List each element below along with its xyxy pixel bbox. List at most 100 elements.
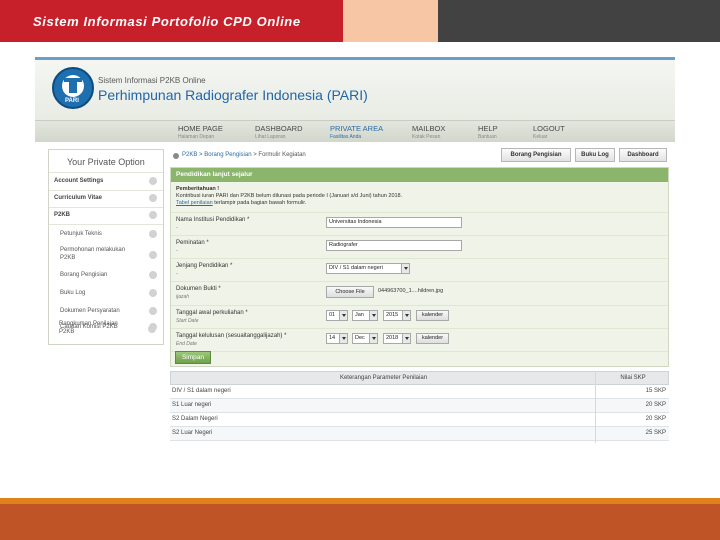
- nav-home-sub: Halaman Depan: [178, 134, 215, 140]
- start-year-select[interactable]: 2015: [383, 310, 411, 321]
- end-month-select[interactable]: Dec: [352, 333, 378, 344]
- start-day-value: 01: [329, 312, 336, 318]
- choose-file-button[interactable]: Choose File: [326, 286, 374, 298]
- simpan-button[interactable]: Simpan: [175, 351, 211, 364]
- nav-help[interactable]: HELP Bantuan: [478, 124, 498, 140]
- sidebar-item-label: Dokumen Persyaratan: [60, 308, 120, 314]
- jenjang-sub: -: [176, 271, 178, 277]
- breadcrumb-middle[interactable]: Borang Pengisian: [204, 152, 251, 158]
- chevron-right-icon: [149, 251, 157, 259]
- nav-dashboard-label: DASHBOARD: [255, 124, 303, 133]
- nav-logout-sub: Keluar: [533, 134, 548, 140]
- notice-tail: terlampir pada bagian bawah formulir.: [212, 200, 307, 206]
- row-skp: 25 SKP: [645, 430, 666, 436]
- notice: Pemberitahuan ! Kontribusi iuran PARI da…: [176, 186, 656, 207]
- peminatan-input[interactable]: Radiografer: [326, 240, 462, 251]
- chevron-right-icon: [149, 307, 157, 315]
- form-header: Pendidikan lanjut sejalur: [171, 168, 668, 182]
- nav-help-label: HELP: [478, 124, 498, 133]
- institusi-label: Nama Institusi Pendidikan *: [176, 217, 250, 223]
- site-subtitle: Sistem Informasi P2KB Online: [98, 76, 206, 85]
- slide-title: Sistem Informasi Portofolio CPD Online: [33, 14, 301, 29]
- field-divider: [171, 212, 668, 213]
- row-skp: 20 SKP: [645, 402, 666, 408]
- sidebar-item-borang-pengisian[interactable]: Borang Pengisian: [49, 268, 163, 284]
- activity-form: Pendidikan lanjut sejalur Pemberitahuan …: [170, 167, 669, 367]
- nav-dashboard[interactable]: DASHBOARD Lihat Laporan: [255, 124, 303, 140]
- nav-mailbox[interactable]: MAILBOX Kotak Pesan: [412, 124, 445, 140]
- sidebar-item-label: Account Settings: [54, 178, 104, 184]
- dokumen-label: Dokumen Bukti *: [176, 286, 221, 292]
- chevron-down-icon: [339, 334, 347, 343]
- end-date-label: Tanggal kelulusan (sesuaitanggalijazah) …: [176, 333, 287, 339]
- sidebar-item-dokumen-persyaratan[interactable]: Dokumen Persyaratan: [49, 304, 163, 320]
- sidebar-item-label: P2KB: [54, 212, 71, 218]
- institusi-sub: -: [176, 225, 178, 231]
- nav-logout[interactable]: LOGOUT Keluar: [533, 124, 565, 140]
- start-day-select[interactable]: 01: [326, 310, 348, 321]
- buku-log-button[interactable]: Buku Log: [575, 148, 615, 162]
- institusi-input[interactable]: Universitas Indonesia: [326, 217, 462, 228]
- chevron-down-icon: [369, 311, 377, 320]
- sidebar-item-petunjuk-teknis[interactable]: Petunjuk Teknis: [49, 227, 163, 243]
- end-date-sub: End Date: [176, 341, 197, 347]
- chevron-right-icon: [149, 271, 157, 279]
- nav-home[interactable]: HOME PAGE Halaman Depan: [178, 124, 223, 140]
- sidebar-item-label: Permohonan melakukan: [60, 247, 126, 253]
- chevron-down-icon: [402, 311, 410, 320]
- notice-title: Pemberitahuan !: [176, 186, 220, 192]
- start-month-value: Jan: [355, 312, 364, 318]
- site-header: PARI Sistem Informasi P2KB Online Perhim…: [35, 60, 675, 120]
- nav-mailbox-sub: Kotak Pesan: [412, 134, 441, 140]
- jenjang-select-value: DIV / S1 dalam negeri: [329, 265, 383, 271]
- sidebar-item-account-settings[interactable]: Account Settings: [49, 174, 163, 190]
- breadcrumb-root[interactable]: P2KB: [182, 152, 197, 158]
- end-year-select[interactable]: 2018: [383, 333, 411, 344]
- sidebar-item-buku-log[interactable]: Buku Log: [49, 286, 163, 302]
- nav-private-label: PRIVATE AREA: [330, 124, 384, 133]
- borang-pengisian-button[interactable]: Borang Pengisian: [501, 148, 571, 162]
- sidebar-item-permohonan[interactable]: Permohonan melakukan P2KB: [49, 245, 163, 267]
- field-divider: [171, 328, 668, 329]
- logo-text: PARI: [65, 98, 79, 104]
- chevron-down-icon: [402, 334, 410, 343]
- start-date-sub: Start Date: [176, 318, 199, 324]
- sidebar-item-curriculum-vitae[interactable]: Curriculum Vitae: [49, 191, 163, 207]
- chevron-right-icon: [149, 194, 157, 202]
- nav-private-sub: Fasilitas Anda: [330, 134, 362, 140]
- sidebar-item-label: Petunjuk Teknis: [60, 231, 102, 237]
- breadcrumb-current: Formulir Kegiatan: [258, 152, 306, 158]
- breadcrumb: P2KB > Borang Pengisian > Formulir Kegia…: [182, 152, 306, 158]
- chevron-down-icon: [149, 211, 157, 219]
- sidebar-item-label: Curriculum Vitae: [54, 195, 102, 201]
- start-month-select[interactable]: Jan: [352, 310, 378, 321]
- field-divider: [171, 235, 668, 236]
- end-month-value: Dec: [355, 335, 365, 341]
- sidebar-item-rangkuman-penilaian[interactable]: Rangkuman Penilaian P2KB: [48, 319, 162, 341]
- sidebar-divider: [49, 172, 163, 173]
- dashboard-button[interactable]: Dashboard: [619, 148, 667, 162]
- pari-logo-icon[interactable]: PARI: [52, 67, 94, 109]
- sidebar-item-p2kb[interactable]: P2KB: [49, 208, 163, 224]
- sidebar-item-label: Rangkuman Penilaian: [59, 321, 118, 327]
- notice-body: Kontribusi iuran PARI dan P2KB belum dil…: [176, 193, 403, 199]
- form-header-label: Pendidikan lanjut sejalur: [176, 171, 253, 178]
- main-nav: HOME PAGE Halaman Depan DASHBOARD Lihat …: [35, 120, 675, 142]
- nav-dashboard-sub: Lihat Laporan: [255, 134, 286, 140]
- peminatan-label: Peminatan *: [176, 240, 209, 246]
- chevron-down-icon: [339, 311, 347, 320]
- table-column-divider: [595, 371, 596, 443]
- end-day-select[interactable]: 14: [326, 333, 348, 344]
- end-calendar-button[interactable]: kalender: [416, 333, 449, 344]
- sidebar-item-label-line2: P2KB: [59, 329, 75, 335]
- start-date-label: Tanggal awal perkuliahan *: [176, 310, 248, 316]
- start-calendar-button[interactable]: kalender: [416, 310, 449, 321]
- start-year-value: 2015: [386, 312, 399, 318]
- private-option-sidebar: Your Private Option Account Settings Cur…: [48, 149, 164, 345]
- nav-private-area[interactable]: PRIVATE AREA Fasilitas Anda: [330, 124, 383, 140]
- screenshot-frame: PARI Sistem Informasi P2KB Online Perhim…: [35, 57, 675, 447]
- jenjang-select[interactable]: DIV / S1 dalam negeri: [326, 263, 410, 274]
- field-divider: [171, 281, 668, 282]
- notice-link[interactable]: Tabel penilaian: [176, 200, 213, 206]
- home-icon: [173, 153, 179, 159]
